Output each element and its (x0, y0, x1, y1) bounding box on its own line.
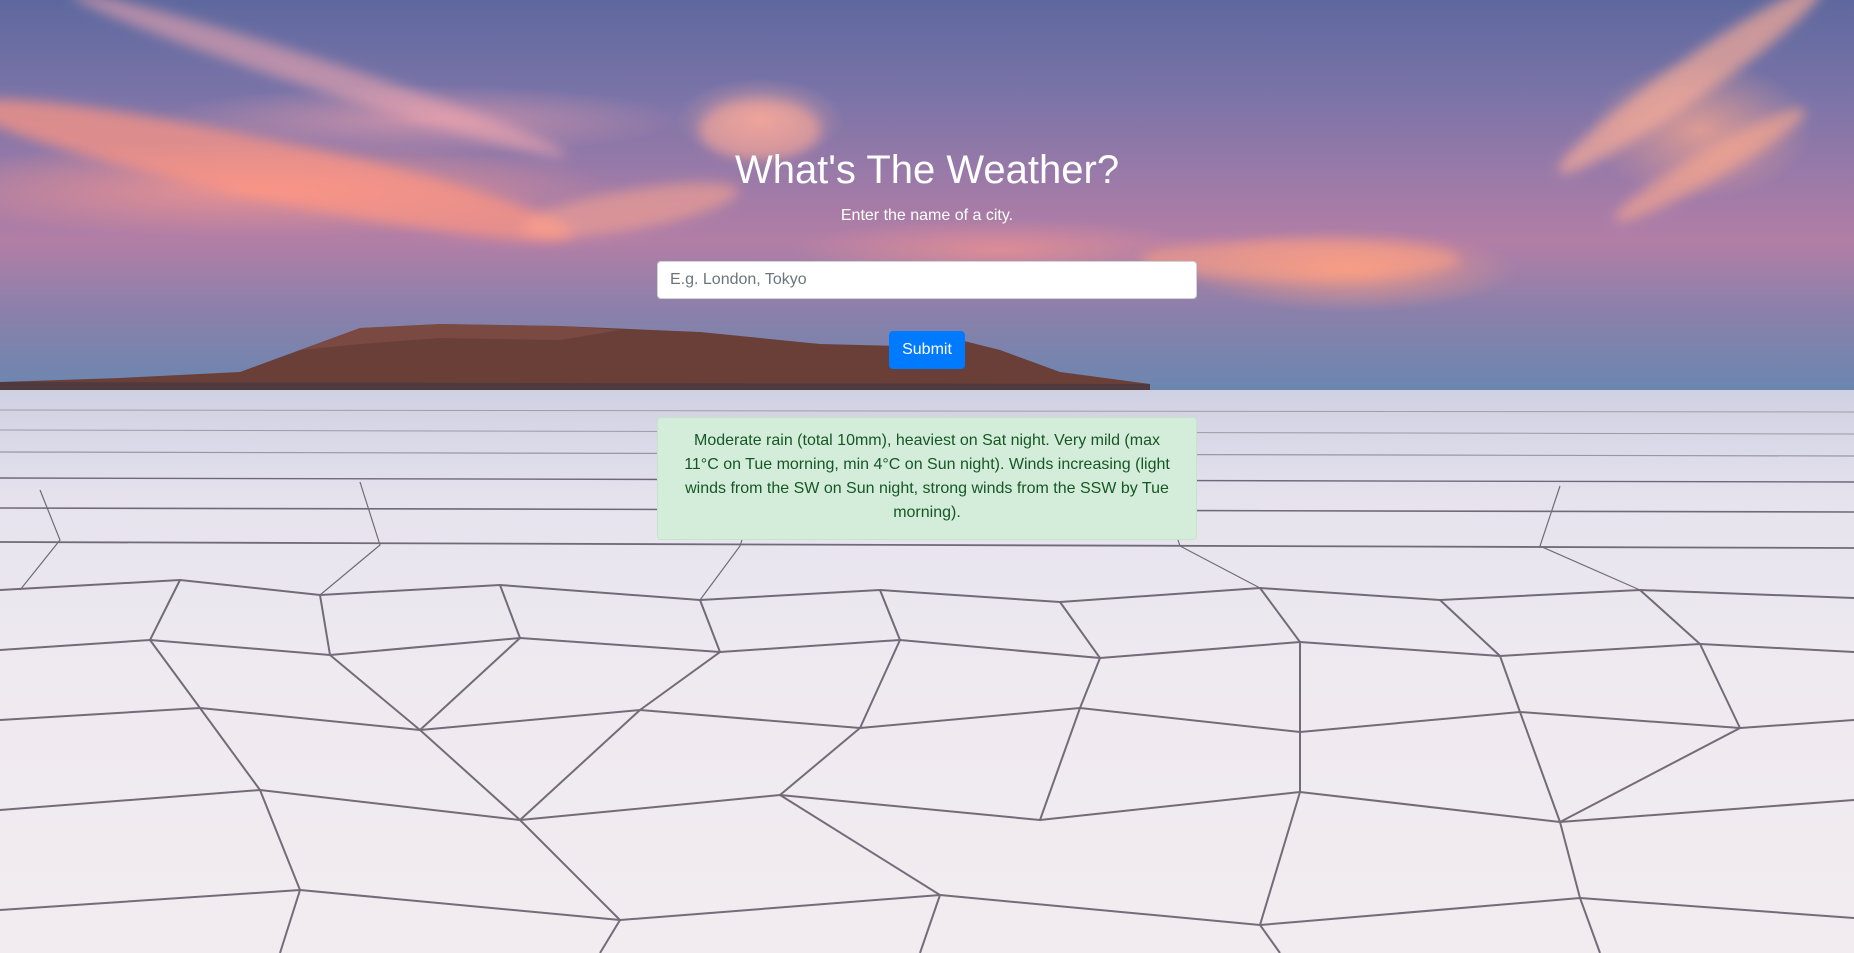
page: What's The Weather? Enter the name of a … (0, 0, 1854, 953)
main-content: What's The Weather? Enter the name of a … (0, 0, 1854, 953)
city-input[interactable] (657, 261, 1197, 299)
weather-result-alert: Moderate rain (total 10mm), heaviest on … (657, 417, 1197, 540)
submit-button[interactable]: Submit (889, 331, 965, 369)
page-subtitle: Enter the name of a city. (840, 207, 1014, 224)
page-title: What's The Weather? (734, 148, 1120, 192)
